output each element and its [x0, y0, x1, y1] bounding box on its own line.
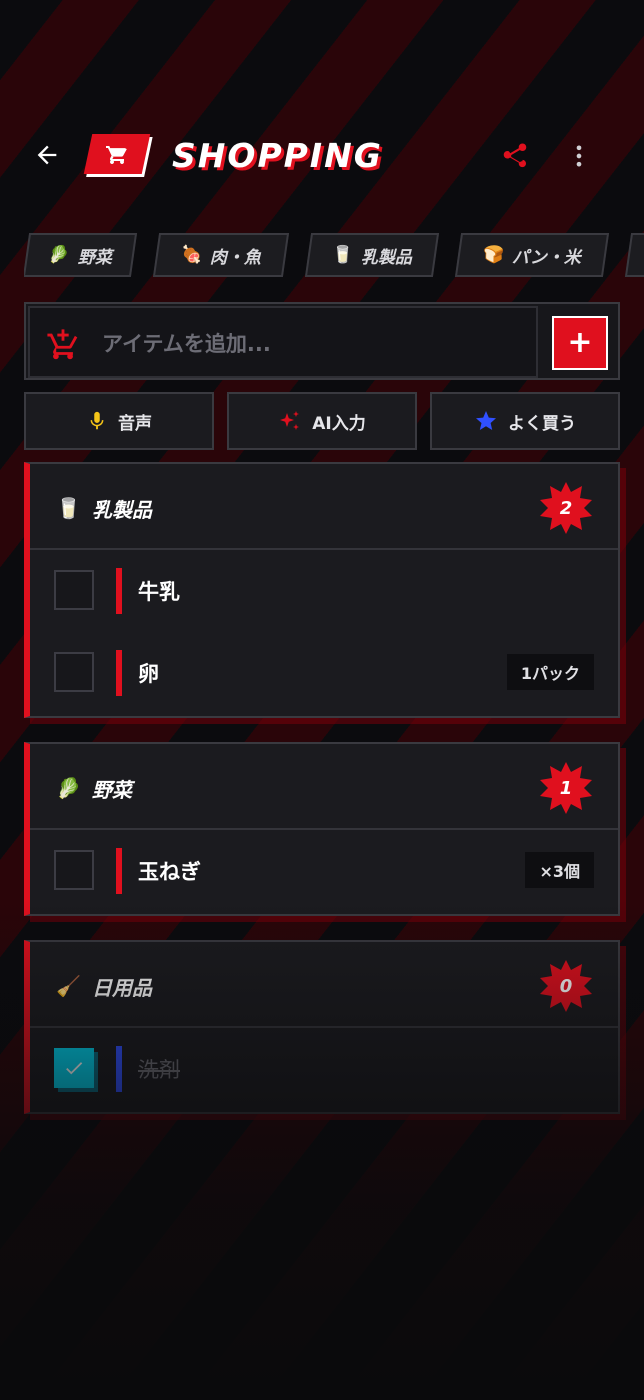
category-header[interactable]: 🧹 日用品 0 — [30, 942, 618, 1028]
check-icon — [66, 1062, 83, 1075]
ai-input-button[interactable]: AI入力 — [227, 392, 417, 450]
item-accent-bar — [116, 1046, 122, 1092]
star-icon — [476, 411, 496, 430]
category-header[interactable]: 🥬 野菜 1 — [30, 744, 618, 830]
item-quantity-badge: ×3個 — [525, 852, 594, 888]
item-count-badge: 0 — [538, 958, 594, 1014]
chip-label: 野菜 — [77, 247, 112, 268]
category-title: 日用品 — [92, 976, 152, 1000]
page-title: SHOPPING — [172, 136, 383, 175]
item-count: 2 — [559, 497, 573, 519]
milk-icon: 🥛 — [56, 496, 81, 520]
more-options-button[interactable] — [562, 137, 596, 175]
voice-input-button[interactable]: 音声 — [24, 392, 214, 450]
item-accent-bar — [116, 650, 122, 696]
add-item-input[interactable] — [102, 324, 522, 364]
add-item-bar: + — [24, 302, 620, 380]
vegetable-icon: 🥬 — [56, 776, 81, 800]
item-checkbox[interactable] — [54, 850, 94, 890]
add-item-field — [28, 306, 538, 378]
add-item-button[interactable]: + — [552, 316, 608, 370]
meat-icon: 🍖 — [180, 245, 203, 265]
category-card-dairy: 🥛 乳製品 2 牛乳 卵 1パック — [24, 462, 620, 718]
frequent-items-label: よく買う — [508, 413, 576, 434]
bread-icon: 🍞 — [482, 245, 505, 265]
top-app-bar: SHOPPING — [0, 120, 644, 190]
category-card-vegetables: 🥬 野菜 1 玉ねぎ ×3個 — [24, 742, 620, 916]
frequent-items-button[interactable]: よく買う — [430, 392, 620, 450]
sparkle-icon — [280, 411, 300, 430]
chip-label: パン・米 — [512, 247, 582, 268]
share-button[interactable] — [496, 137, 534, 175]
chip-label: 肉・魚 — [210, 247, 262, 268]
category-title: 乳製品 — [92, 498, 152, 522]
list-item[interactable]: 卵 1パック — [30, 632, 618, 714]
broom-icon: 🧹 — [56, 974, 81, 998]
item-count-badge: 2 — [538, 480, 594, 536]
vegetable-icon: 🥬 — [48, 245, 70, 265]
chip-dairy[interactable]: 🥛 乳製品 — [304, 233, 440, 277]
item-count: 0 — [559, 975, 573, 997]
list-item[interactable]: 洗剤 — [30, 1028, 618, 1110]
item-checkbox[interactable] — [54, 570, 94, 610]
category-title: 野菜 — [92, 778, 132, 802]
item-checkbox[interactable] — [54, 1048, 94, 1088]
list-item[interactable]: 玉ねぎ ×3個 — [30, 830, 618, 912]
item-name: 卵 — [138, 662, 159, 686]
chip-meat-fish[interactable]: 🍖 肉・魚 — [152, 233, 290, 277]
category-filter-chips: 🥬 野菜 🍖 肉・魚 🥛 乳製品 🍞 パン・米 — [24, 230, 644, 280]
chip-vegetables[interactable]: 🥬 野菜 — [24, 233, 138, 277]
item-quantity-badge: 1パック — [506, 654, 594, 690]
mic-icon — [90, 411, 104, 430]
item-accent-bar — [116, 848, 122, 894]
chip-label: 乳製品 — [361, 247, 413, 268]
add-to-cart-icon — [47, 329, 78, 360]
share-icon — [503, 143, 527, 168]
app-logo — [83, 134, 151, 174]
item-count-badge: 1 — [538, 760, 594, 816]
chip-bread-rice[interactable]: 🍞 パン・米 — [454, 233, 610, 277]
quick-actions: 音声 AI入力 よく買う — [24, 392, 620, 452]
cart-icon — [106, 146, 127, 164]
item-name: 牛乳 — [138, 580, 180, 604]
chip-more[interactable] — [624, 233, 644, 277]
category-card-daily-goods: 🧹 日用品 0 洗剤 — [24, 940, 620, 1114]
voice-input-label: 音声 — [118, 413, 152, 434]
milk-icon: 🥛 — [331, 245, 354, 265]
item-count: 1 — [559, 777, 573, 799]
category-header[interactable]: 🥛 乳製品 2 — [30, 464, 618, 550]
arrow-left-icon — [37, 145, 57, 165]
item-name: 玉ねぎ — [138, 860, 201, 884]
item-accent-bar — [116, 568, 122, 614]
item-checkbox[interactable] — [54, 652, 94, 692]
ai-input-label: AI入力 — [312, 413, 366, 434]
list-item[interactable]: 牛乳 — [30, 550, 618, 632]
more-vertical-icon — [576, 145, 582, 167]
back-button[interactable] — [30, 138, 64, 172]
item-name: 洗剤 — [138, 1058, 180, 1082]
